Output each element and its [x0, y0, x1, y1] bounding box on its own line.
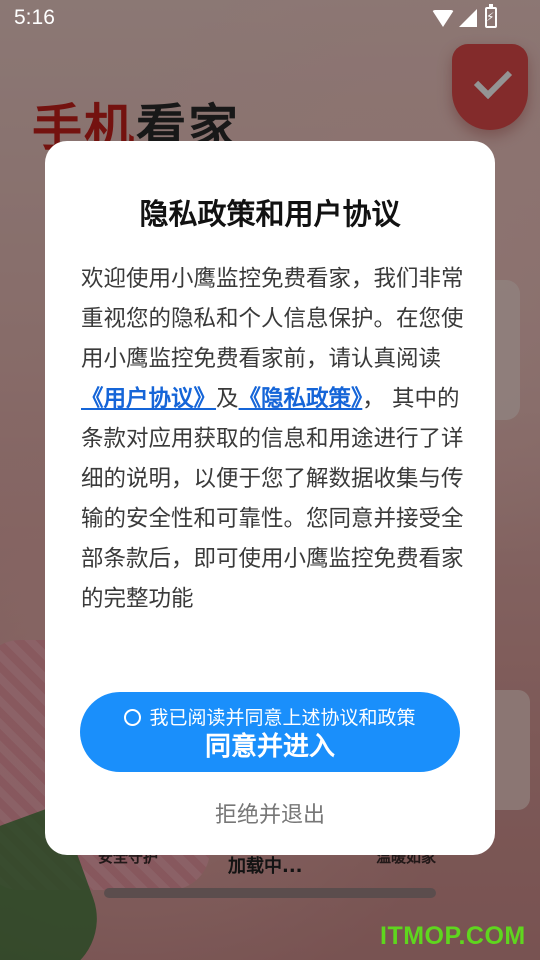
status-time: 5:16 [14, 6, 55, 29]
body-rest: ， 其中的条款对应用获取的信息和用途进行了详细的说明，以便于您了解数据收集与传输… [81, 386, 464, 612]
wifi-icon [432, 10, 454, 27]
body-intro: 欢迎使用小鹰监控免费看家，我们非常重视您的隐私和个人信息保护。在您使用小鹰监控免… [81, 266, 464, 372]
agree-button[interactable]: 我已阅读并同意上述协议和政策 同意并进入 [80, 692, 460, 772]
radio-unchecked-icon[interactable] [124, 709, 142, 726]
privacy-dialog: 隐私政策和用户协议 欢迎使用小鹰监控免费看家，我们非常重视您的隐私和个人信息保护… [45, 141, 495, 855]
dialog-title: 隐私政策和用户协议 [139, 197, 401, 231]
signal-icon [459, 9, 477, 27]
battery-charging-icon [485, 4, 497, 28]
consent-checkbox[interactable]: 我已阅读并同意上述协议和政策 [80, 706, 460, 730]
privacy-policy-link[interactable]: 《隐私政策》 [239, 386, 363, 412]
status-bar: 5:16 [0, 0, 540, 38]
dialog-body: 欢迎使用小鹰监控免费看家，我们非常重视您的隐私和个人信息保护。在您使用小鹰监控免… [81, 259, 465, 619]
user-agreement-link[interactable]: 《用户协议》 [81, 386, 216, 412]
and-text: 及 [216, 386, 239, 412]
consent-checkbox-label: 我已阅读并同意上述协议和政策 [149, 707, 416, 729]
reject-button[interactable]: 拒绝并退出 [45, 797, 495, 829]
watermark: ITMOP.COM [380, 922, 526, 950]
agree-button-label: 同意并进入 [204, 732, 335, 762]
